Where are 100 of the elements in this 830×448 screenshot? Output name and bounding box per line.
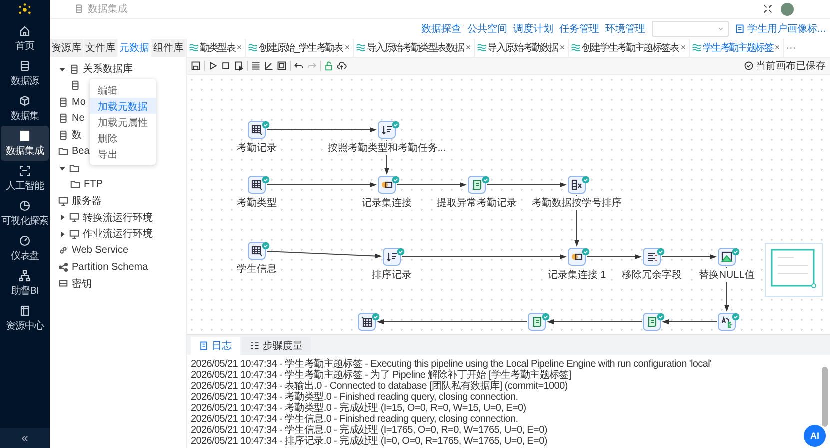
folder-icon [69, 162, 80, 174]
step-label: 学生信息 [236, 262, 278, 276]
nav-item[interactable]: 助督BI [1, 266, 49, 301]
log-line: 2026/05/21 10:47:34 - 排序记录.0 - 完成处理 (I=0, O=0, R=1765, W=1765, U=0, E=0) [191, 436, 548, 447]
nav-item[interactable]: 数据集 [1, 91, 49, 126]
nav-item[interactable]: 首页 [1, 21, 49, 56]
nav-item[interactable]: 仪表盘 [1, 231, 49, 266]
tree-item[interactable]: Ne [72, 113, 85, 124]
tree-item[interactable]: Mo [72, 96, 86, 108]
document-tab[interactable]: 创建学生考勤主题标签表 [568, 39, 690, 57]
menu-item[interactable]: 加载元属性 [90, 114, 156, 130]
stop-button[interactable] [221, 61, 231, 71]
lock-icon [324, 61, 334, 71]
undo-button[interactable] [294, 61, 304, 71]
chart-button[interactable] [264, 61, 274, 71]
step-label: 考勤记录 [236, 141, 278, 155]
nav-link[interactable]: 公共空间 [468, 22, 508, 36]
nav-link[interactable]: 任务管理 [560, 22, 600, 36]
redo-icon [307, 61, 317, 71]
check-badge-icon [657, 248, 665, 256]
tree-item[interactable]: 关系数据库 [83, 62, 133, 76]
log-tab[interactable]: 步骤度量 [242, 337, 311, 355]
step-label: 排序记录 [371, 268, 413, 282]
project-link[interactable]: 学生用户画像标... [734, 22, 826, 36]
table-output-icon [361, 316, 373, 328]
script-icon [471, 179, 483, 191]
tree-item[interactable]: 作业流运行环境 [83, 227, 153, 242]
preview-button[interactable] [234, 61, 244, 71]
picture-icon [721, 251, 733, 263]
nav-item[interactable]: 资源中心 [1, 301, 49, 336]
grid-button[interactable] [251, 61, 261, 71]
column-select-icon [571, 179, 583, 191]
log-line: 2026/05/21 10:47:34 - 考勤类型.0 - Finished reading query, closing connection. [191, 392, 520, 403]
more-tabs-button[interactable]: ··· [784, 39, 798, 57]
wave-icon [476, 43, 487, 53]
wave-icon [248, 43, 258, 53]
expand-arrow-icon[interactable] [58, 66, 66, 73]
collapse-button[interactable]: « [0, 428, 50, 448]
menu-item[interactable]: 编辑 [90, 82, 156, 98]
run-button[interactable] [208, 61, 218, 71]
document-icon [734, 24, 745, 34]
gauge-icon [19, 235, 31, 247]
document-tab[interactable]: 创建原始_学生考勤表 [246, 39, 354, 57]
panel-tab[interactable]: 组件库 [152, 39, 185, 57]
nav-link[interactable]: 环境管理 [606, 22, 646, 36]
database-icon [58, 96, 69, 108]
menu-item[interactable]: 加载元数据 [90, 98, 156, 114]
panel-tab[interactable]: 文件库 [84, 39, 117, 57]
cloud-upload-button[interactable] [337, 61, 347, 71]
monitor-icon [58, 196, 69, 207]
menu-item[interactable]: 导出 [90, 146, 156, 162]
nav-item[interactable]: 数据源 [1, 56, 49, 91]
script-icon [646, 316, 658, 328]
panel-tab[interactable]: 元数据 [118, 39, 151, 57]
tree-item[interactable]: 密钥 [72, 276, 92, 291]
wave-icon [570, 43, 581, 53]
check-badge-icon [262, 242, 270, 250]
layout-button[interactable] [277, 61, 287, 71]
tree-item[interactable]: Bea [72, 146, 90, 158]
nav-link[interactable]: 调度计划 [514, 22, 554, 36]
logo-icon [18, 3, 32, 17]
check-badge-icon [582, 176, 590, 184]
tree-item[interactable]: 转换流运行环境 [83, 210, 153, 225]
document-tab[interactable]: 勤类型表 [187, 39, 246, 57]
assistant-button[interactable]: AI [804, 425, 826, 447]
caret-down-icon [58, 164, 66, 172]
expand-arrow-icon[interactable] [58, 214, 66, 222]
document-tab[interactable]: 学生考勤主题标签 [690, 39, 784, 57]
expand-arrow-icon[interactable] [58, 164, 66, 172]
menu-item[interactable]: 删除 [90, 130, 156, 146]
book-icon [19, 305, 31, 317]
share-icon [58, 262, 69, 273]
grid-icon [251, 61, 261, 71]
connector-arrow [662, 320, 718, 324]
tree-item[interactable]: Web Service [72, 245, 129, 256]
stop-icon [221, 61, 231, 71]
step-label: 替换NULL值 [698, 268, 756, 282]
nav-item[interactable]: 数据集成 [1, 126, 49, 161]
table-icon [251, 179, 263, 191]
check-badge-icon [732, 313, 740, 321]
nav-item[interactable]: 可视化探索 [1, 196, 49, 231]
save-button[interactable] [191, 61, 201, 71]
hierarchy-icon [19, 270, 31, 282]
panel-tab[interactable]: 资源库 [50, 39, 83, 57]
connector-arrow [396, 182, 467, 188]
tree-item[interactable]: FTP [84, 179, 103, 190]
tree-item[interactable]: 数 [72, 128, 82, 142]
tree-item[interactable]: 服务器 [72, 194, 102, 208]
folder-icon [58, 146, 69, 158]
avatar[interactable] [781, 2, 794, 16]
connector-arrow [586, 254, 642, 260]
log-tab[interactable]: 日志 [191, 337, 240, 355]
document-tab[interactable]: 导入原始考勤数据 [474, 39, 569, 57]
tree-item[interactable]: Partition Schema [72, 262, 148, 273]
document-tab[interactable]: 导入原始考勤类型表数据 [354, 39, 475, 57]
step-label: 记录集连接 1 [546, 268, 608, 282]
fullscreen-icon [763, 4, 773, 14]
nav-item[interactable]: 人工智能 [1, 161, 49, 196]
nav-link[interactable]: 数据探查 [422, 22, 462, 36]
expand-arrow-icon[interactable] [58, 230, 66, 238]
